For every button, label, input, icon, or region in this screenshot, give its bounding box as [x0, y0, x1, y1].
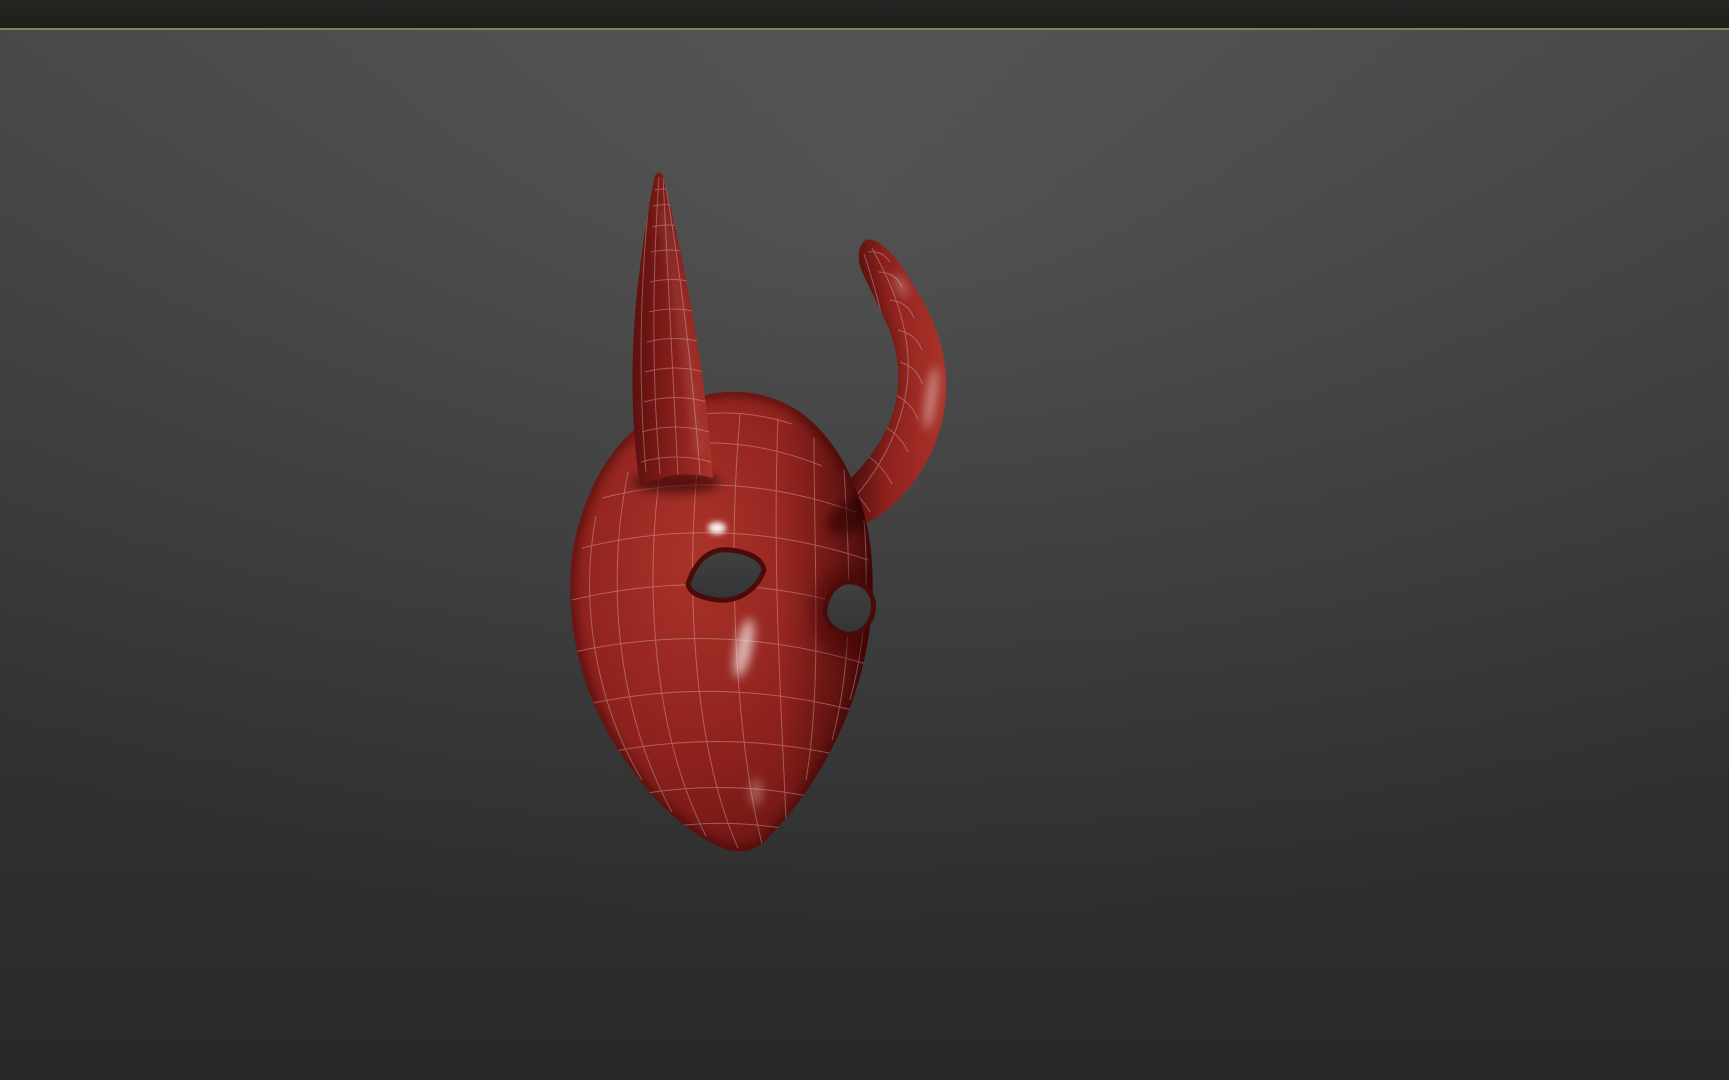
mask-model[interactable]: [570, 172, 947, 852]
right-eye-hole: [822, 579, 876, 637]
viewport-canvas[interactable]: [0, 0, 1729, 1080]
chin-glint: [750, 778, 762, 806]
application-window: [0, 0, 1729, 1080]
left-horn: [632, 172, 720, 493]
face: [570, 391, 876, 852]
top-menu-bar: [0, 0, 1729, 30]
brow-glint: [708, 522, 726, 534]
